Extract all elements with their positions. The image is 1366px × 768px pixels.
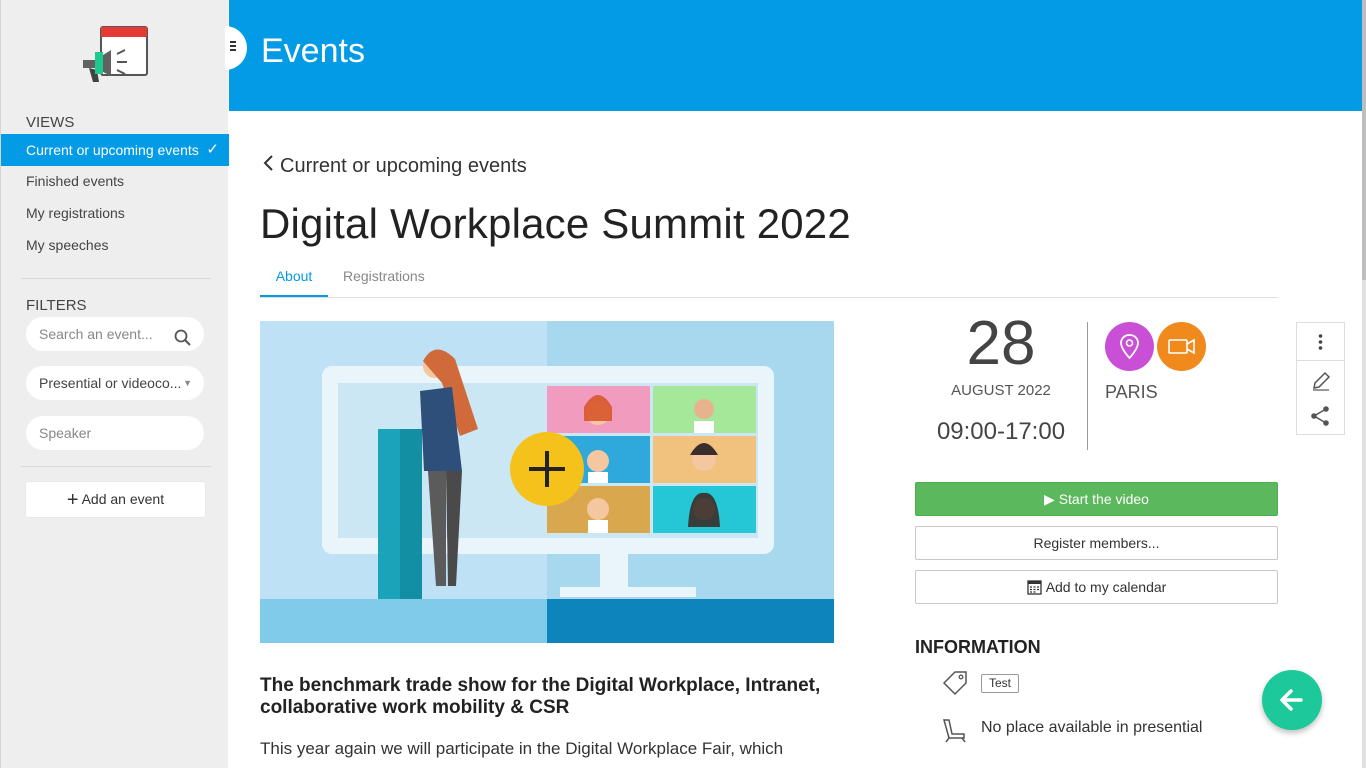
tab-registrations[interactable]: Registrations	[343, 262, 425, 297]
location-pin-icon	[1105, 322, 1154, 371]
divider	[1087, 322, 1088, 450]
back-link-label: Current or upcoming events	[280, 155, 527, 177]
sidebar-item-label: Finished events	[26, 173, 125, 189]
event-type-select[interactable]: Presential or videoco... ▼	[26, 366, 204, 400]
event-type-value: Presential or videoco...	[39, 375, 182, 391]
search-event-input[interactable]: Search an event...	[26, 317, 204, 351]
seat-icon	[940, 716, 970, 749]
event-day: 28	[966, 309, 1036, 378]
header-bar: Events	[225, 0, 1362, 111]
event-time: 09:00-17:00	[936, 418, 1066, 445]
back-fab-button[interactable]	[1262, 670, 1322, 730]
register-members-label: Register members...	[1033, 535, 1160, 551]
header-title: Events	[261, 32, 365, 70]
video-camera-icon	[1157, 322, 1206, 371]
tag-icon	[940, 668, 970, 698]
event-toolbar	[1296, 322, 1345, 435]
add-event-button[interactable]: + Add an event	[26, 482, 205, 517]
register-members-button[interactable]: Register members...	[915, 526, 1278, 560]
calendar-icon	[1027, 574, 1042, 606]
filters-title: FILTERS	[26, 297, 87, 314]
sidebar-item-current-events[interactable]: Current or upcoming events ✓	[1, 134, 229, 166]
sidebar: VIEWS Current or upcoming events ✓ Finis…	[0, 0, 229, 768]
sidebar-item-my-speeches[interactable]: My speeches	[1, 229, 229, 261]
sidebar-item-finished-events[interactable]: Finished events	[1, 165, 229, 197]
menu-toggle-button[interactable]	[225, 26, 247, 70]
sidebar-item-label: Current or upcoming events	[26, 142, 199, 158]
caret-down-icon: ▼	[183, 378, 192, 388]
divider	[21, 466, 211, 467]
add-to-calendar-label: Add to my calendar	[1045, 579, 1167, 595]
event-title: Digital Workplace Summit 2022	[260, 200, 851, 247]
event-subtitle: The benchmark trade show for the Digital…	[260, 675, 821, 718]
scrollbar-thumb[interactable]	[1362, 0, 1366, 280]
menu-icon	[230, 41, 236, 43]
tab-bar: About Registrations	[260, 262, 1278, 298]
search-icon[interactable]	[174, 325, 192, 359]
event-city: PARIS	[1105, 382, 1158, 402]
checkmark-icon: ✓	[206, 141, 219, 158]
divider	[21, 278, 211, 279]
sidebar-item-label: My registrations	[26, 205, 125, 221]
events-app-logo	[81, 24, 151, 86]
edit-icon[interactable]	[1297, 363, 1344, 400]
speaker-input[interactable]: Speaker	[26, 416, 204, 450]
chevron-left-icon	[262, 154, 274, 178]
add-event-label: Add an event	[81, 491, 165, 507]
sidebar-item-my-registrations[interactable]: My registrations	[1, 197, 229, 229]
arrow-left-icon	[1280, 689, 1303, 711]
back-link[interactable]: Current or upcoming events	[262, 154, 527, 178]
tab-about[interactable]: About	[260, 262, 328, 297]
search-placeholder: Search an event...	[39, 326, 153, 342]
event-hero-image	[260, 321, 834, 643]
availability-text: No place available in presential	[981, 719, 1203, 736]
information-title: INFORMATION	[915, 637, 1041, 657]
views-title: VIEWS	[26, 114, 75, 131]
more-options-icon[interactable]	[1297, 323, 1344, 360]
event-month-year: AUGUST 2022	[951, 382, 1051, 399]
speaker-placeholder: Speaker	[39, 425, 92, 441]
plus-icon: +	[66, 489, 79, 511]
event-tag: Test	[981, 674, 1020, 693]
add-to-calendar-button[interactable]: Add to my calendar	[915, 570, 1278, 604]
start-video-button[interactable]: ▶ Start the video	[915, 482, 1278, 516]
start-video-label: Start the video	[1058, 491, 1149, 507]
play-icon: ▶	[1044, 491, 1055, 507]
event-description: This year again we will participate in t…	[260, 739, 784, 758]
sidebar-item-label: My speeches	[26, 237, 109, 253]
share-icon[interactable]	[1297, 399, 1344, 436]
